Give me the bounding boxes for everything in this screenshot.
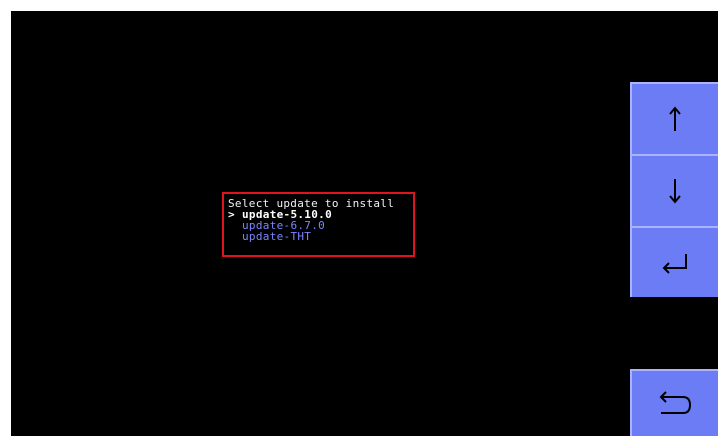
back-button[interactable] (630, 369, 718, 436)
arrow-up-icon (669, 106, 681, 131)
down-button[interactable] (630, 154, 718, 226)
update-selection-menu: Select update to install > update-5.10.0… (222, 192, 415, 257)
menu-item-label: update-THT (242, 230, 312, 243)
device-screen: Select update to install > update-5.10.0… (11, 11, 718, 436)
arrow-down-icon (669, 179, 681, 204)
menu-item-update-tht[interactable]: update-THT (228, 231, 413, 242)
up-button[interactable] (630, 82, 718, 154)
enter-icon (662, 253, 687, 274)
selection-cursor: > (228, 208, 235, 221)
enter-button[interactable] (630, 226, 718, 297)
back-icon (659, 390, 692, 414)
